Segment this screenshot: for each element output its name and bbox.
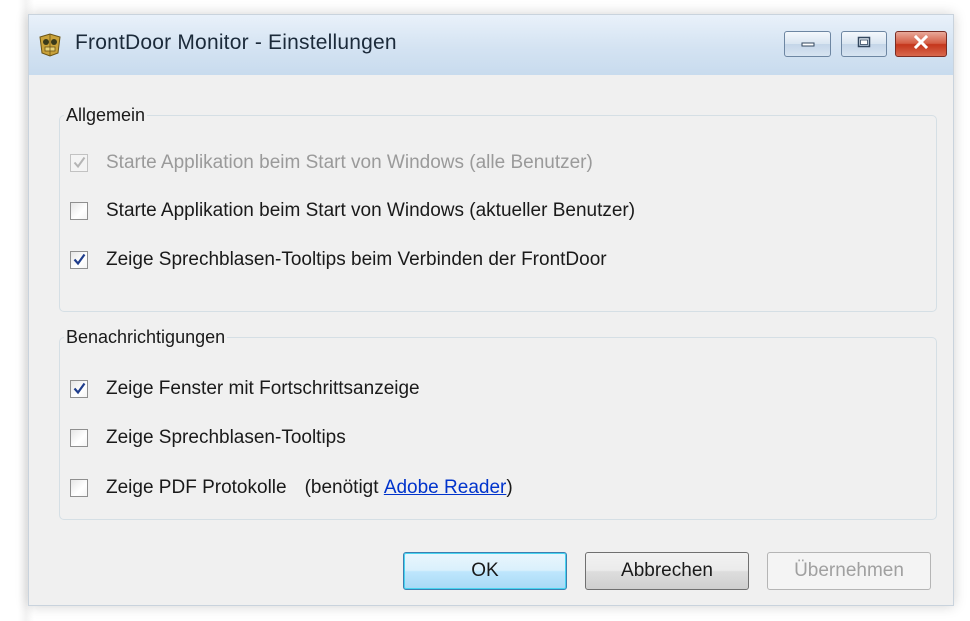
autostart-current-user-label[interactable]: Starte Applikation beim Start von Window… (106, 200, 635, 222)
balloon-tooltips-connect-checkbox[interactable] (70, 251, 88, 269)
progress-window-checkbox[interactable] (70, 380, 88, 398)
balloon-tooltips-connect-label[interactable]: Zeige Sprechblasen-Tooltips beim Verbind… (106, 249, 607, 271)
balloon-tooltips-connect-option[interactable]: Zeige Sprechblasen-Tooltips beim Verbind… (70, 249, 607, 271)
maximize-icon (857, 35, 871, 53)
frontdoor-app-icon (37, 33, 63, 57)
apply-button: Übernehmen (767, 552, 931, 590)
pdf-hint-prefix: (benötigt (304, 477, 384, 498)
autostart-all-users-label: Starte Applikation beim Start von Window… (106, 152, 593, 173)
progress-window-label[interactable]: Zeige Fenster mit Fortschrittsanzeige (106, 378, 420, 400)
autostart-current-user-checkbox[interactable] (70, 202, 88, 220)
progress-window-option[interactable]: Zeige Fenster mit Fortschrittsanzeige (70, 378, 420, 400)
ok-button[interactable]: OK (403, 552, 567, 590)
notifications-group-legend: Benachrichtigungen (66, 327, 226, 347)
pdf-protocols-option[interactable]: Zeige PDF Protokolle (benötigt Adobe Rea… (70, 477, 513, 499)
notifications-group: Benachrichtigungen Zeige Fenster mit For… (59, 327, 937, 520)
title-bar[interactable]: FrontDoor Monitor - Einstellungen (29, 15, 953, 75)
balloon-tooltips-checkbox[interactable] (70, 429, 88, 447)
pdf-protocols-checkbox[interactable] (70, 479, 88, 497)
general-group: Allgemein Starte Applikation beim Start … (59, 105, 937, 312)
minimize-icon (801, 35, 815, 53)
close-button[interactable] (895, 31, 947, 57)
balloon-tooltips-label[interactable]: Zeige Sprechblasen-Tooltips (106, 427, 346, 449)
pdf-hint-suffix: ) (506, 477, 513, 498)
pdf-protocols-label[interactable]: Zeige PDF Protokolle (106, 477, 287, 499)
general-group-legend: Allgemein (66, 105, 146, 125)
settings-dialog: FrontDoor Monitor - Einstellungen Allgem… (28, 14, 954, 606)
balloon-tooltips-option[interactable]: Zeige Sprechblasen-Tooltips (70, 427, 346, 449)
maximize-button[interactable] (841, 31, 887, 57)
close-icon (913, 34, 929, 54)
adobe-reader-link[interactable]: Adobe Reader (384, 477, 507, 499)
autostart-all-users-checkbox (70, 154, 88, 172)
autostart-current-user-option[interactable]: Starte Applikation beim Start von Window… (70, 200, 635, 222)
autostart-all-users-option: Starte Applikation beim Start von Window… (70, 152, 593, 174)
minimize-button[interactable] (784, 31, 831, 57)
window-title: FrontDoor Monitor - Einstellungen (75, 31, 397, 54)
cancel-button[interactable]: Abbrechen (585, 552, 749, 590)
dialog-content: Allgemein Starte Applikation beim Start … (29, 75, 953, 605)
